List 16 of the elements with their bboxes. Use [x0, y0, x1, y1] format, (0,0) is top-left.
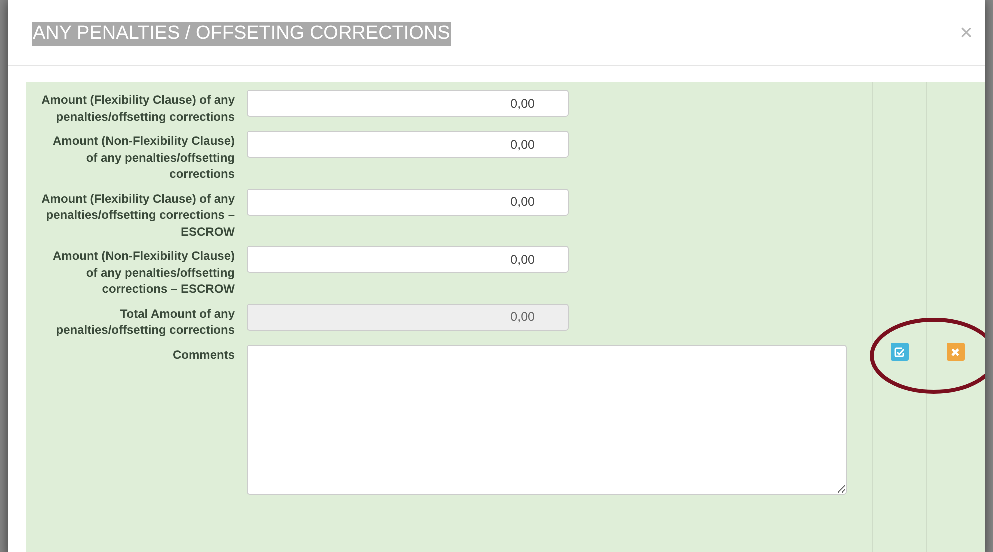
field-label: Amount (Non-Flexibility Clause) of any penalties/offsetting corrections – ESCROW — [52, 248, 235, 298]
amount-field[interactable]: 0,00 — [247, 246, 569, 273]
amount-field[interactable]: 0,00 — [247, 131, 569, 158]
field-label: Comments — [172, 346, 235, 364]
field-label: Amount (Non-Flexibility Clause) of any penalties/offsetting corrections — [52, 133, 235, 182]
amount-field[interactable]: 0,00 — [247, 188, 569, 216]
cancel-button[interactable] — [946, 343, 964, 361]
modal-title: ANY PENALTIES / OFFSETING CORRECTIONS — [32, 22, 452, 46]
amount-field[interactable]: 0,00 — [247, 90, 569, 117]
edit-icon — [894, 346, 905, 358]
close-icon — [951, 348, 960, 356]
edit-button[interactable] — [890, 343, 908, 361]
field-label: Amount (Flexibility Clause) of any penalties/offsetting corrections – ESCROW — [40, 190, 235, 240]
comments-field[interactable] — [247, 344, 847, 494]
field-label: Amount (Flexibility Clause) of any penalties/offsetting corrections — [40, 92, 235, 125]
field-label: Total Amount of any penalties/offsetting corrections — [55, 306, 235, 338]
